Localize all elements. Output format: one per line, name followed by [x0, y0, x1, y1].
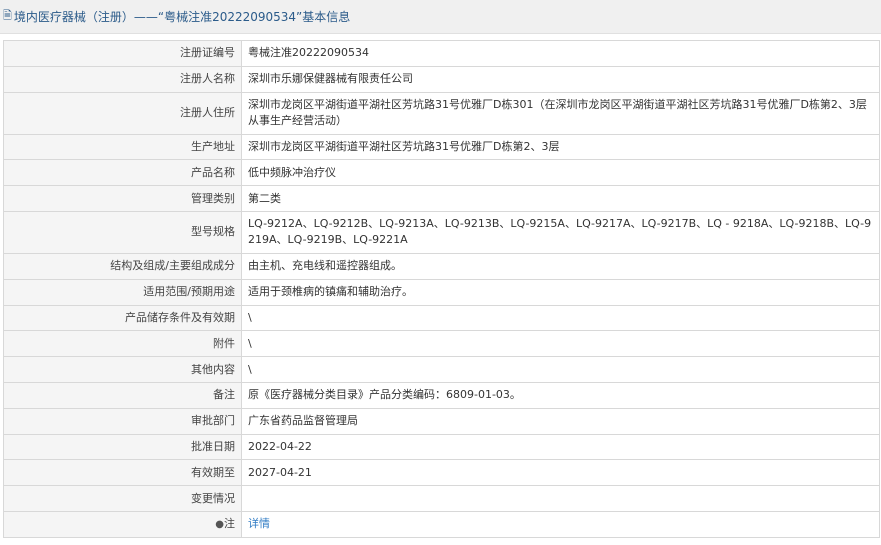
row-label: 型号规格: [3, 210, 242, 254]
table-row: 批准日期 2022-04-22: [3, 433, 880, 461]
row-value: 2027-04-21: [241, 459, 880, 487]
row-value: 深圳市龙岗区平湖街道平湖社区芳坑路31号优雅厂D栋第2、3层: [241, 133, 880, 161]
note-label-cell: ●注: [3, 510, 242, 538]
details-link[interactable]: 详情: [248, 517, 270, 530]
row-label: 附件: [3, 330, 242, 358]
row-value: \: [241, 304, 880, 332]
row-label: 产品名称: [3, 159, 242, 187]
row-label: 批准日期: [3, 433, 242, 461]
table-row: 备注 原《医疗器械分类目录》产品分类编码：6809-01-03。: [3, 381, 880, 409]
row-value: LQ-9212A、LQ-9212B、LQ-9213A、LQ-9213B、LQ-9…: [241, 210, 880, 254]
row-label: 有效期至: [3, 459, 242, 487]
row-value: \: [241, 356, 880, 383]
row-value: 第二类: [241, 185, 880, 212]
table-row: 型号规格 LQ-9212A、LQ-9212B、LQ-9213A、LQ-9213B…: [3, 210, 880, 254]
table-row: 附件 \: [3, 330, 880, 358]
row-value: 适用于颈椎病的镇痛和辅助治疗。: [241, 278, 880, 306]
table-row: 管理类别 第二类: [3, 185, 880, 212]
row-value: 原《医疗器械分类目录》产品分类编码：6809-01-03。: [241, 381, 880, 409]
table-row: 适用范围/预期用途 适用于颈椎病的镇痛和辅助治疗。: [3, 278, 880, 306]
table-row: 注册人住所 深圳市龙岗区平湖街道平湖社区芳坑路31号优雅厂D栋301（在深圳市龙…: [3, 91, 880, 135]
table-row: 注册人名称 深圳市乐娜保健器械有限责任公司: [3, 65, 880, 93]
page-title-bar: 🗎 境内医疗器械（注册）——“粤械注准20222090534”基本信息: [0, 0, 881, 34]
row-value: 粤械注准20222090534: [241, 40, 880, 67]
row-label: 其他内容: [3, 356, 242, 383]
table-row: 其他内容 \: [3, 356, 880, 383]
row-value: 广东省药品监督管理局: [241, 407, 880, 435]
note-row: ●注 详情: [3, 510, 880, 538]
row-value: 低中频脉冲治疗仪: [241, 159, 880, 187]
document-icon: 🗎: [3, 9, 12, 22]
note-label: 注: [224, 516, 235, 530]
table-row: 生产地址 深圳市龙岗区平湖街道平湖社区芳坑路31号优雅厂D栋第2、3层: [3, 133, 880, 161]
row-value: 2022-04-22: [241, 433, 880, 461]
table-row: 审批部门 广东省药品监督管理局: [3, 407, 880, 435]
row-value: 由主机、充电线和遥控器组成。: [241, 252, 880, 280]
row-label: 审批部门: [3, 407, 242, 435]
row-value: \: [241, 330, 880, 358]
table-row: 产品名称 低中频脉冲治疗仪: [3, 159, 880, 187]
row-label: 管理类别: [3, 185, 242, 212]
row-value: 深圳市乐娜保健器械有限责任公司: [241, 65, 880, 93]
table-row: 结构及组成/主要组成成分 由主机、充电线和遥控器组成。: [3, 252, 880, 280]
row-value: [241, 485, 880, 512]
row-label: 生产地址: [3, 133, 242, 161]
detail-table: 注册证编号 粤械注准20222090534 注册人名称 深圳市乐娜保健器械有限责…: [3, 40, 880, 538]
row-label: 注册人住所: [3, 91, 242, 135]
table-row: 注册证编号 粤械注准20222090534: [3, 40, 880, 67]
pin-icon: ●: [215, 518, 224, 530]
note-value-cell: 详情: [241, 510, 880, 538]
table-row: 有效期至 2027-04-21: [3, 459, 880, 487]
row-label: 注册人名称: [3, 65, 242, 93]
row-value: 深圳市龙岗区平湖街道平湖社区芳坑路31号优雅厂D栋301（在深圳市龙岗区平湖街道…: [241, 91, 880, 135]
row-label: 产品储存条件及有效期: [3, 304, 242, 332]
row-label: 变更情况: [3, 485, 242, 512]
row-label: 注册证编号: [3, 40, 242, 67]
page-title: 境内医疗器械（注册）——“粤械注准20222090534”基本信息: [13, 10, 351, 24]
table-row: 产品储存条件及有效期 \: [3, 304, 880, 332]
table-row: 变更情况: [3, 485, 880, 512]
row-label: 备注: [3, 381, 242, 409]
row-label: 结构及组成/主要组成成分: [3, 252, 242, 280]
row-label: 适用范围/预期用途: [3, 278, 242, 306]
